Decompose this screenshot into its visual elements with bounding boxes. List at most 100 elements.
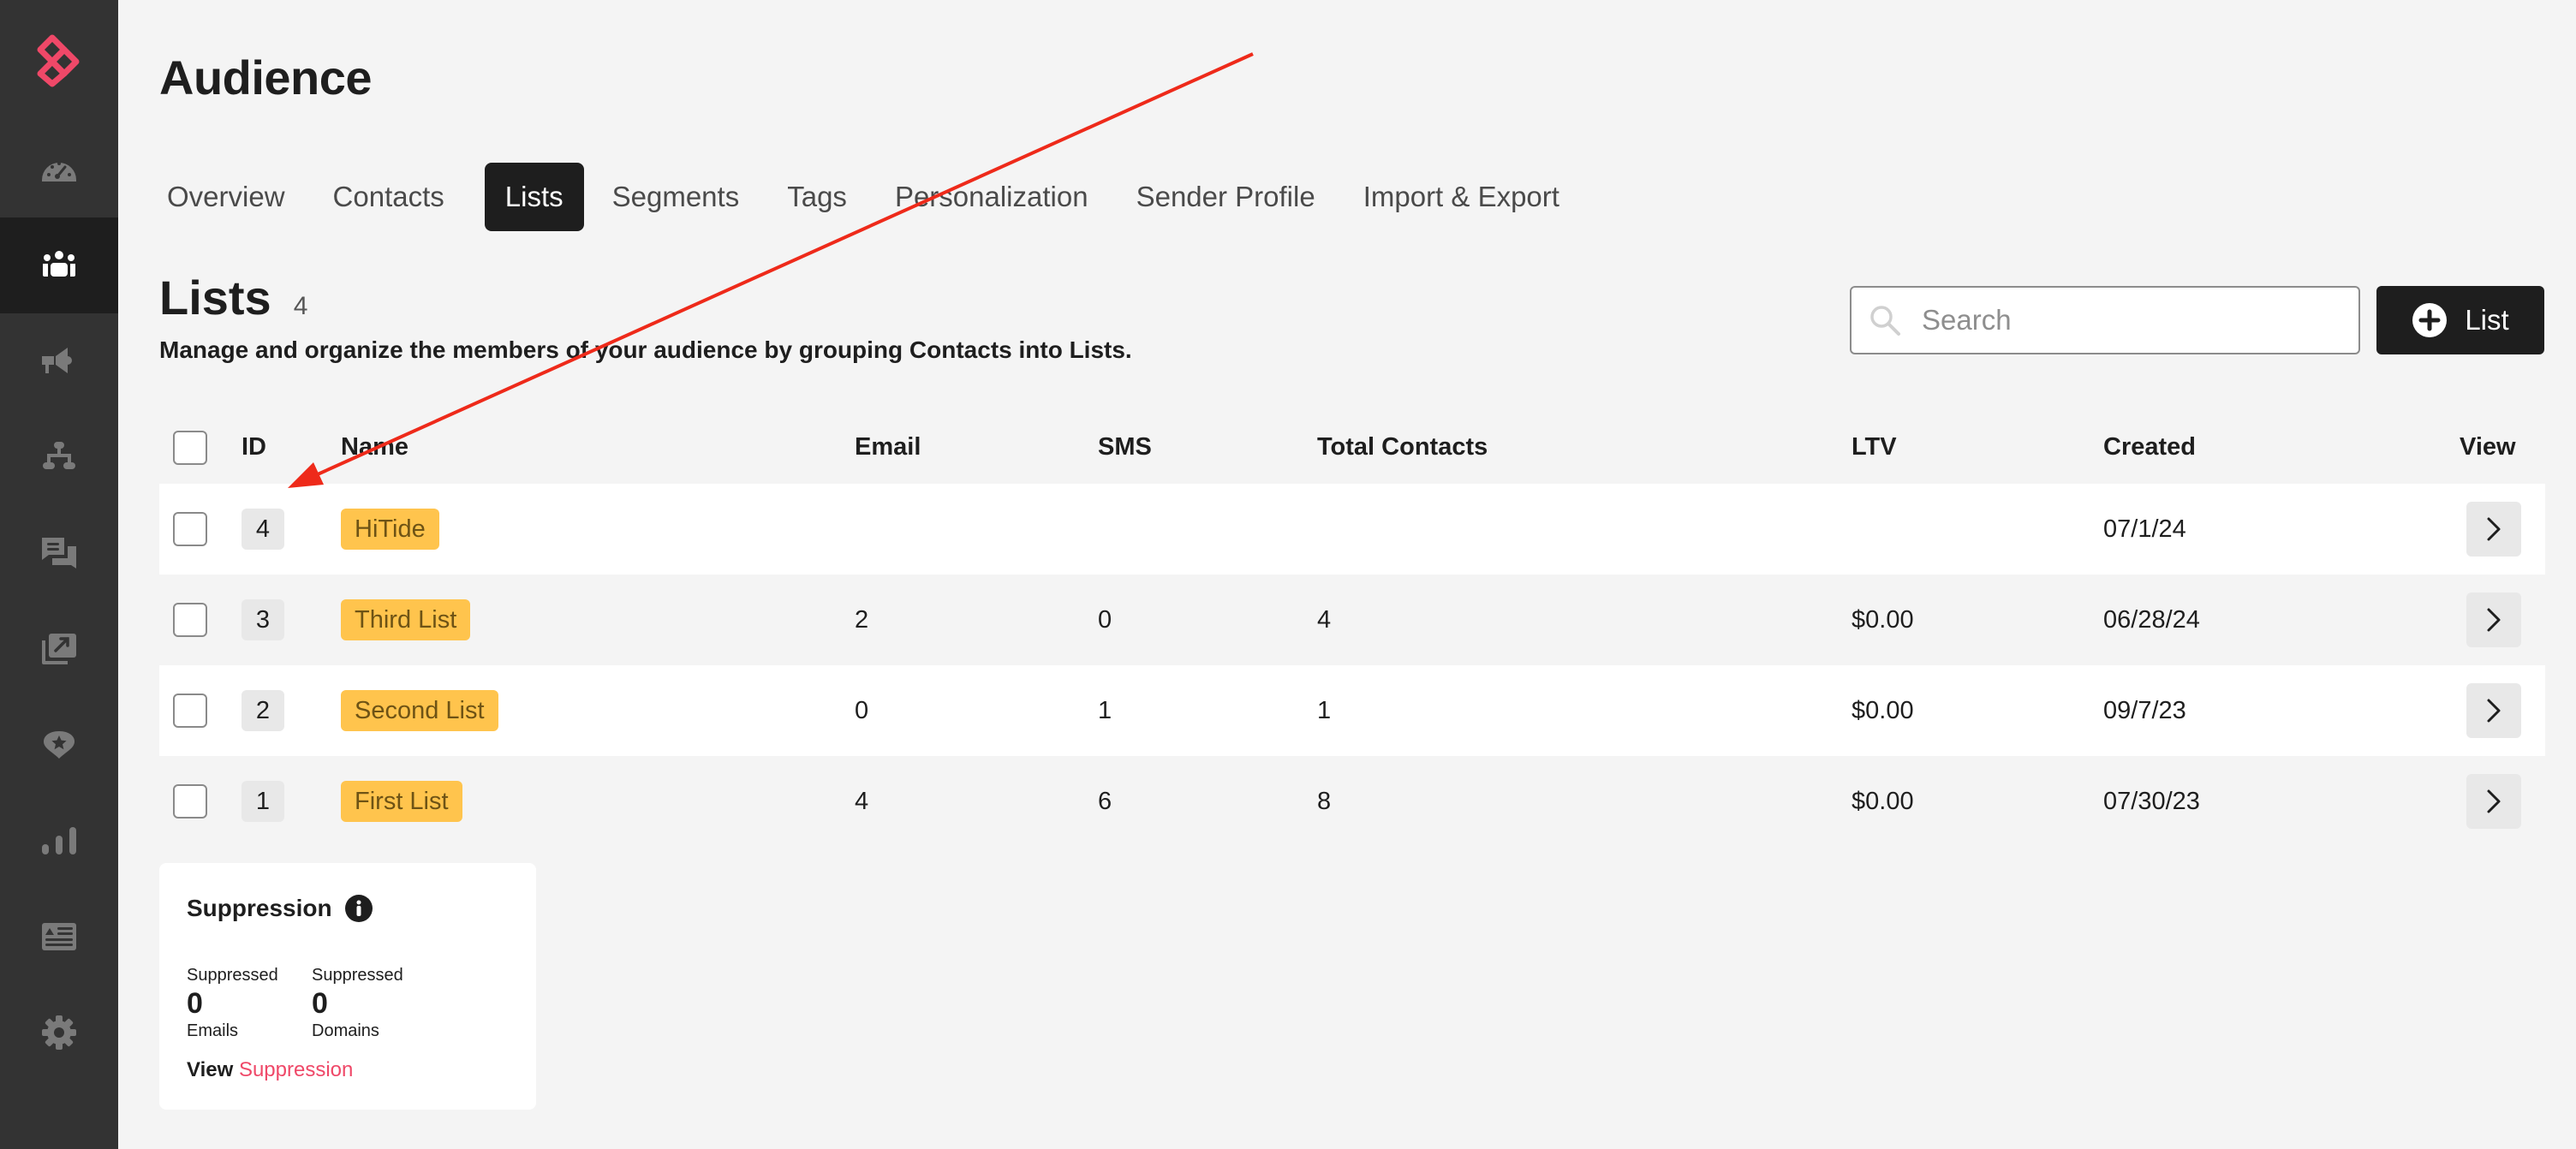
list-name[interactable]: Second List <box>341 690 498 731</box>
table-row[interactable]: 3 Third List 2 0 4 $0.00 06/28/24 <box>159 574 2545 665</box>
suppression-title-text: Suppression <box>187 895 332 921</box>
sms-count: 0 <box>1098 605 1112 634</box>
suppressed-emails-label: Suppressed <box>187 966 278 985</box>
sidebar-item-messages[interactable] <box>0 505 118 601</box>
email-count: 2 <box>855 605 869 634</box>
chevron-right-icon <box>2487 608 2501 632</box>
column-header-email[interactable]: Email <box>855 411 921 484</box>
view-suppression-link[interactable]: Suppression <box>239 1058 353 1081</box>
column-header-view: View <box>2460 433 2516 461</box>
suppressed-domains-value: 0 <box>312 987 328 1020</box>
column-header-created[interactable]: Created <box>2103 411 2196 484</box>
list-id: 1 <box>242 781 284 822</box>
media-export-icon <box>42 634 76 664</box>
list-id: 3 <box>242 599 284 640</box>
info-icon[interactable] <box>344 894 373 923</box>
tab-tags[interactable]: Tags <box>779 163 867 231</box>
list-name[interactable]: Third List <box>341 599 471 640</box>
sidebar-item-audience[interactable] <box>0 217 118 313</box>
messages-chat-icon <box>42 538 76 569</box>
ltv-value: $0.00 <box>1852 605 1914 634</box>
app-root: Audience Overview Contacts Lists Segment… <box>0 0 2576 1149</box>
suppressed-emails-sub: Emails <box>187 1021 239 1040</box>
suppressed-emails-stat: Suppressed 0 Emails <box>187 966 278 1041</box>
section-header: Lists 4 <box>159 270 307 325</box>
chevron-right-icon <box>2487 789 2501 813</box>
tab-sender-profile[interactable]: Sender Profile <box>1129 163 1335 231</box>
analytics-bars-icon <box>42 827 76 854</box>
section-title: Lists <box>159 271 271 324</box>
row-checkbox[interactable] <box>173 784 207 819</box>
column-header-total-contacts[interactable]: Total Contacts <box>1317 411 1488 484</box>
search-icon <box>1870 306 1900 336</box>
sidebar-item-settings[interactable] <box>0 985 118 1081</box>
campaigns-megaphone-icon <box>42 348 72 373</box>
column-header-sms[interactable]: SMS <box>1098 411 1152 484</box>
search-input[interactable] <box>1922 304 2333 336</box>
column-header-id[interactable]: ID <box>242 411 266 484</box>
total-contacts: 8 <box>1317 787 1332 815</box>
table-row[interactable]: 2 Second List 0 1 1 $0.00 09/7/23 <box>159 665 2545 756</box>
row-checkbox[interactable] <box>173 512 207 546</box>
sidebar-item-campaigns[interactable] <box>0 313 118 409</box>
sidebar-item-dashboard[interactable] <box>0 122 118 217</box>
tab-import-export[interactable]: Import & Export <box>1356 163 1579 231</box>
tab-personalization[interactable]: Personalization <box>887 163 1108 231</box>
sidebar-item-loyalty[interactable] <box>0 697 118 793</box>
column-header-name[interactable]: Name <box>341 411 408 484</box>
tab-contacts[interactable]: Contacts <box>325 163 464 231</box>
total-contacts: 4 <box>1317 605 1332 634</box>
view-list-button[interactable] <box>2466 774 2521 829</box>
settings-gear-icon <box>42 1015 76 1050</box>
sidebar-item-content[interactable] <box>0 889 118 985</box>
view-suppression-prefix: View <box>187 1058 234 1081</box>
view-list-button[interactable] <box>2466 683 2521 738</box>
table-row[interactable]: 4 HiTide 07/1/24 <box>159 484 2545 574</box>
created-date: 07/1/24 <box>2103 515 2186 543</box>
select-all-checkbox[interactable] <box>173 430 207 465</box>
plus-circle-icon <box>2412 303 2448 337</box>
row-checkbox[interactable] <box>173 694 207 728</box>
tab-segments[interactable]: Segments <box>605 163 760 231</box>
suppressed-domains-sub: Domains <box>312 1021 379 1040</box>
audience-people-icon <box>43 251 75 277</box>
brand-logo[interactable] <box>0 17 118 103</box>
dashboard-gauge-icon <box>42 162 76 182</box>
column-header-ltv[interactable]: LTV <box>1852 411 1897 484</box>
sidebar-item-flows[interactable] <box>0 409 118 505</box>
table-row[interactable]: 1 First List 4 6 8 $0.00 07/30/23 <box>159 756 2545 847</box>
lists-table: ID Name Email SMS Total Contacts LTV Cre… <box>159 411 2545 847</box>
list-name[interactable]: First List <box>341 781 462 822</box>
page-title: Audience <box>159 51 373 104</box>
sidebar-item-media[interactable] <box>0 601 118 697</box>
brand-logo-icon <box>37 34 80 87</box>
flows-hierarchy-icon <box>43 442 75 469</box>
list-count: 4 <box>293 292 308 320</box>
view-suppression: View Suppression <box>187 1058 353 1082</box>
add-list-button[interactable]: List <box>2376 286 2544 354</box>
tab-overview[interactable]: Overview <box>159 163 305 231</box>
list-id: 4 <box>242 509 284 550</box>
sidebar <box>0 0 118 1149</box>
row-checkbox[interactable] <box>173 603 207 637</box>
created-date: 07/30/23 <box>2103 787 2200 815</box>
ltv-value: $0.00 <box>1852 787 1914 815</box>
content-article-icon <box>42 923 76 950</box>
view-list-button[interactable] <box>2466 592 2521 647</box>
view-list-button[interactable] <box>2466 502 2521 557</box>
tab-bar: Overview Contacts Lists Segments Tags Pe… <box>159 163 1579 231</box>
table-header: ID Name Email SMS Total Contacts LTV Cre… <box>159 411 2545 484</box>
suppressed-domains-label: Suppressed <box>312 966 403 985</box>
sidebar-item-analytics[interactable] <box>0 793 118 889</box>
search-box[interactable] <box>1850 286 2360 354</box>
loyalty-star-badge-icon <box>44 731 75 759</box>
list-id: 2 <box>242 690 284 731</box>
list-name[interactable]: HiTide <box>341 509 439 550</box>
chevron-right-icon <box>2487 699 2501 723</box>
total-contacts: 1 <box>1317 696 1332 724</box>
tab-lists[interactable]: Lists <box>484 163 584 231</box>
suppressed-domains-stat: Suppressed 0 Domains <box>312 966 403 1041</box>
email-count: 4 <box>855 787 869 815</box>
ltv-value: $0.00 <box>1852 696 1914 724</box>
section-description: Manage and organize the members of your … <box>159 336 1132 363</box>
